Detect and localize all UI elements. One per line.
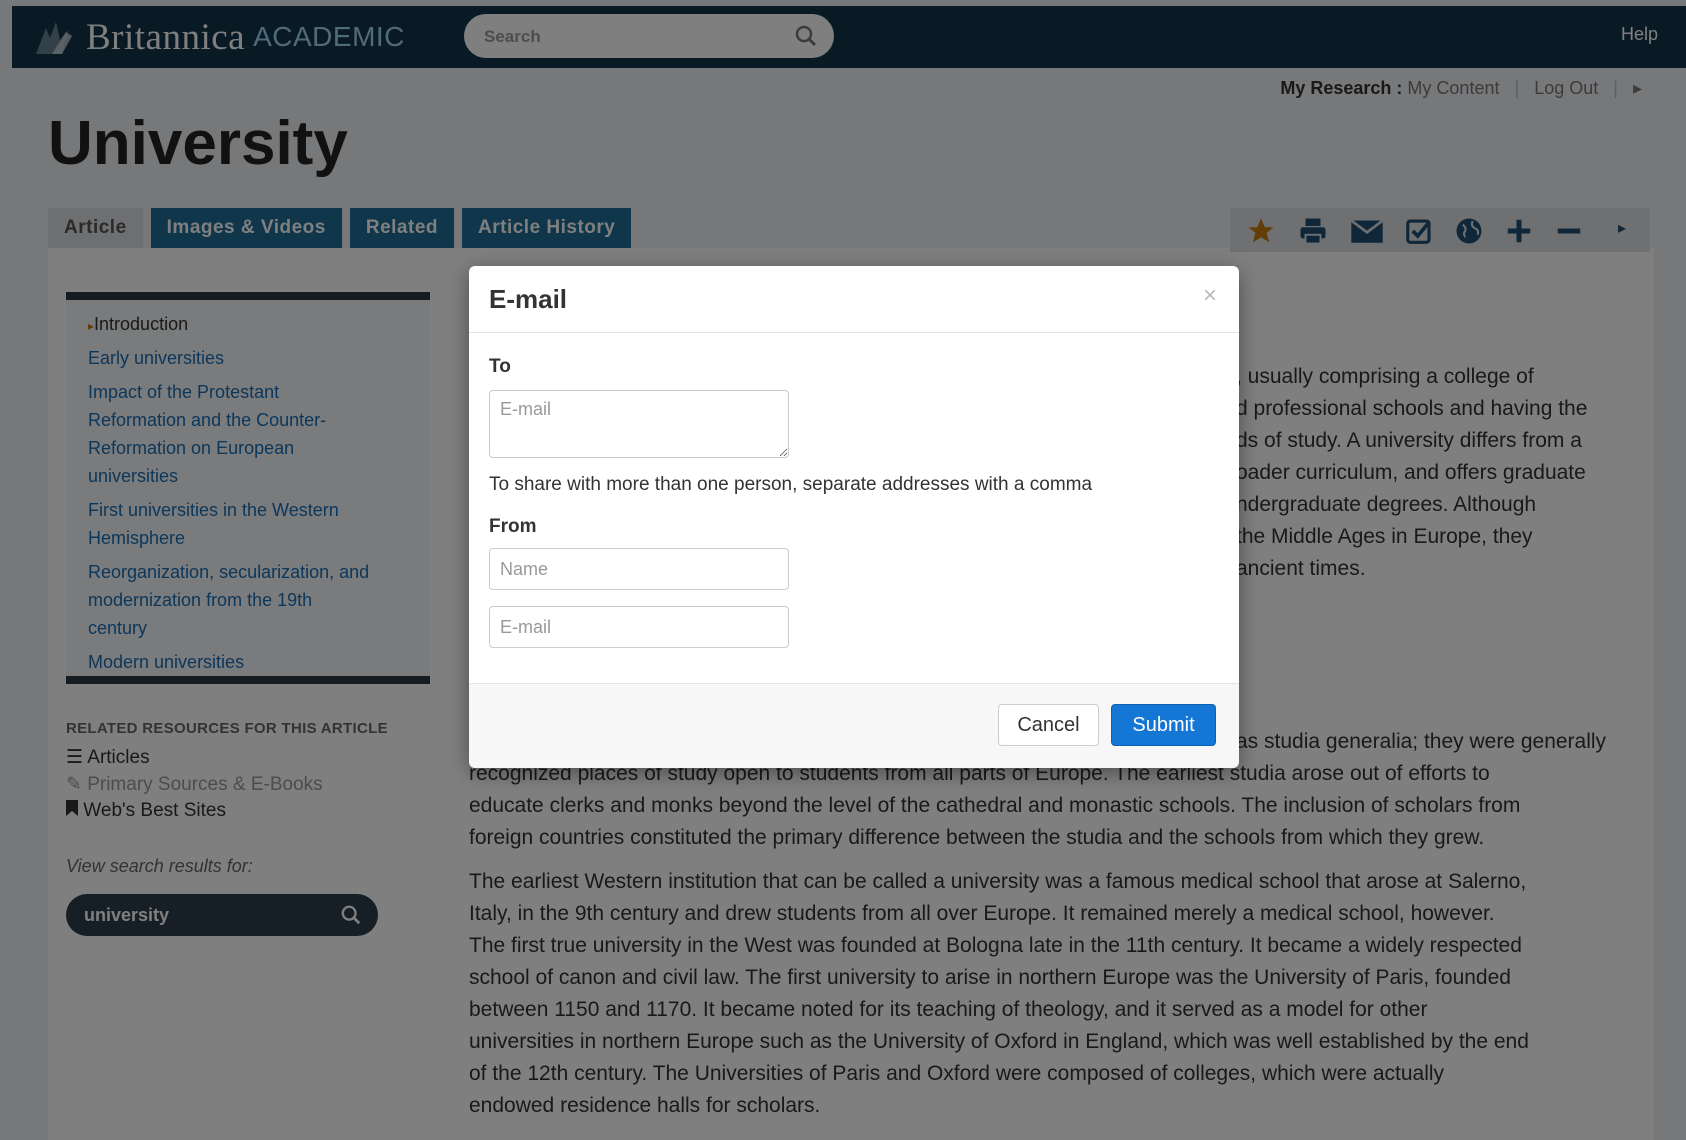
from-name-field[interactable]: [489, 548, 789, 590]
email-dialog: E-mail × To To share with more than one …: [469, 266, 1239, 768]
to-email-field[interactable]: [489, 390, 789, 458]
from-label: From: [489, 516, 537, 537]
dialog-title: E-mail: [489, 284, 568, 314]
submit-button[interactable]: Submit: [1111, 704, 1216, 746]
share-help-text: To share with more than one person, sepa…: [489, 474, 1093, 495]
dialog-header: E-mail ×: [469, 266, 1239, 333]
close-icon[interactable]: ×: [1203, 284, 1217, 308]
cancel-button[interactable]: Cancel: [998, 704, 1099, 746]
dialog-footer: Cancel Submit: [469, 683, 1239, 768]
to-label: To: [489, 356, 511, 377]
from-email-field[interactable]: [489, 606, 789, 648]
